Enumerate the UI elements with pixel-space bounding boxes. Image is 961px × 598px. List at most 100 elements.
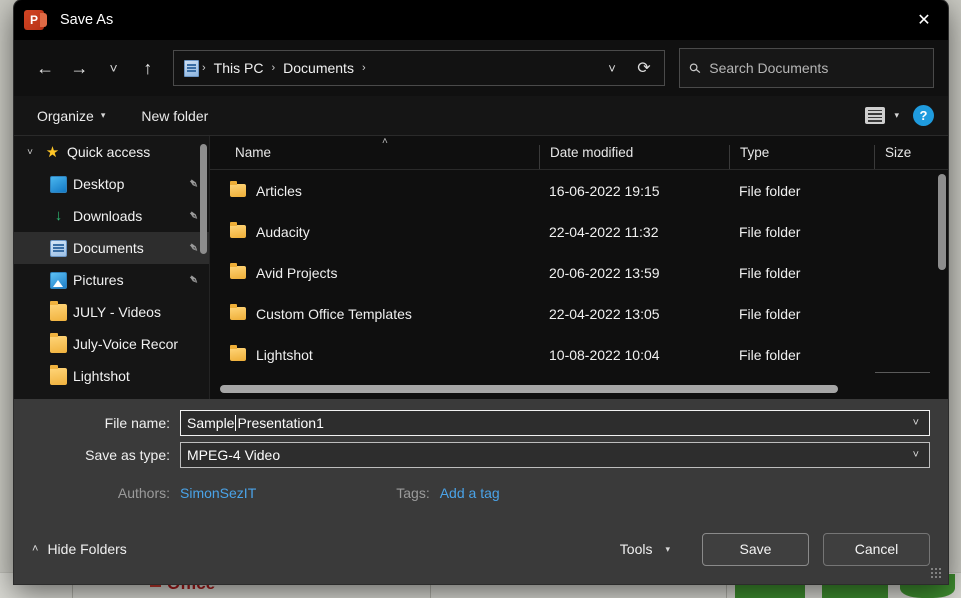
list-view-icon[interactable] <box>865 107 885 124</box>
new-folder-button[interactable]: New folder <box>132 103 217 129</box>
save-button[interactable]: Save <box>702 533 809 566</box>
navigation-sidebar: ˅ ★ Quick access Desktop ✒ ↓ Downloads ✒… <box>14 136 210 399</box>
add-a-tag-link[interactable]: Add a tag <box>440 485 500 501</box>
file-name-input[interactable]: Sample Presentation1 ˅ <box>180 410 930 436</box>
table-row[interactable]: Avid Projects 20-06-2022 13:59 File fold… <box>210 252 948 293</box>
folder-icon <box>50 368 67 385</box>
metadata-row: Authors: SimonSezIT Tags: Add a tag <box>32 478 930 508</box>
dialog-footer: ˄ Hide Folders Tools ▾ Save Cancel <box>14 514 948 584</box>
help-icon[interactable]: ? <box>913 105 934 126</box>
column-header-date-modified[interactable]: Date modified <box>539 145 729 169</box>
new-folder-label: New folder <box>141 108 208 124</box>
chevron-down-icon[interactable]: ˅ <box>907 417 925 429</box>
column-header-size[interactable]: Size <box>874 145 948 169</box>
file-name: Custom Office Templates <box>256 306 412 322</box>
file-type: File folder <box>729 265 874 281</box>
chevron-down-icon[interactable]: ˅ <box>596 52 628 84</box>
close-icon[interactable]: ✕ <box>900 0 948 40</box>
save-as-type-label: Save as type: <box>32 447 180 463</box>
resize-grip[interactable] <box>931 568 943 580</box>
hide-folders-label: Hide Folders <box>47 541 126 557</box>
breadcrumb-documents[interactable]: Documents <box>278 60 359 76</box>
tools-label: Tools <box>620 541 653 557</box>
command-bar: Organize ▾ New folder ▾ ? <box>14 96 948 136</box>
cancel-button[interactable]: Cancel <box>823 533 930 566</box>
sidebar-item-documents[interactable]: Documents ✒ <box>14 232 209 264</box>
folder-icon <box>50 304 67 321</box>
hide-folders-button[interactable]: ˄ Hide Folders <box>32 541 127 557</box>
file-type: File folder <box>729 306 874 322</box>
sidebar-item-pictures[interactable]: Pictures ✒ <box>14 264 209 296</box>
file-date-modified: 16-06-2022 19:15 <box>539 183 729 199</box>
save-form: File name: Sample Presentation1 ˅ Save a… <box>14 399 948 514</box>
sidebar-item-lightshot[interactable]: Lightshot <box>14 360 209 392</box>
address-bar[interactable]: › This PC › Documents › ˅ ⟳ <box>173 50 665 86</box>
chevron-up-icon: ˄ <box>32 543 38 555</box>
authors-value[interactable]: SimonSezIT <box>180 485 256 501</box>
tools-button[interactable]: Tools ▾ <box>610 533 680 565</box>
column-header-name[interactable]: Name <box>210 145 539 169</box>
chevron-down-icon[interactable]: ˅ <box>22 147 38 158</box>
table-row[interactable]: Custom Office Templates 22-04-2022 13:05… <box>210 293 948 334</box>
refresh-icon[interactable]: ⟳ <box>628 52 660 84</box>
folder-icon <box>230 184 246 197</box>
file-list-horizontal-scrollbar-thumb[interactable] <box>220 385 838 393</box>
navigation-bar: ← → ˅ ↑ › This PC › Documents › ˅ ⟳ ⚲ <box>14 40 948 96</box>
tags-label: Tags: <box>396 485 429 501</box>
sidebar-scrollbar-thumb[interactable] <box>200 144 207 254</box>
organize-label: Organize <box>37 108 94 124</box>
documents-icon <box>50 240 67 257</box>
search-box[interactable]: ⚲ <box>679 48 934 88</box>
chevron-down-icon: ▾ <box>665 544 670 555</box>
save-as-type-select[interactable]: MPEG-4 Video ˅ <box>180 442 930 468</box>
file-list-horizontal-scrollbar[interactable] <box>220 385 930 393</box>
sidebar-item-july-voice-recordings[interactable]: July-Voice Recor <box>14 328 209 360</box>
table-row[interactable]: Articles 16-06-2022 19:15 File folder <box>210 170 948 211</box>
file-type: File folder <box>729 183 874 199</box>
save-as-dialog: P Save As ✕ ← → ˅ ↑ › This PC › Document… <box>14 0 948 584</box>
folder-icon <box>230 307 246 320</box>
file-name: Avid Projects <box>256 265 337 281</box>
sidebar-scrollbar[interactable] <box>200 136 207 399</box>
breadcrumb-separator-0: › <box>199 62 209 74</box>
star-icon: ★ <box>44 144 61 161</box>
folder-icon <box>230 266 246 279</box>
sidebar-item-downloads[interactable]: ↓ Downloads ✒ <box>14 200 209 232</box>
sidebar-item-quick-access[interactable]: ˅ ★ Quick access <box>14 136 209 168</box>
documents-folder-icon <box>184 60 199 77</box>
breadcrumb-separator-2[interactable]: › <box>359 62 369 74</box>
powerpoint-icon: P <box>24 10 44 30</box>
chevron-down-icon: ▾ <box>101 110 106 121</box>
pictures-icon <box>50 272 67 289</box>
breadcrumb-this-pc[interactable]: This PC <box>209 60 269 76</box>
sidebar-item-label: JULY - Videos <box>73 304 161 320</box>
sidebar-item-label: Downloads <box>73 208 142 224</box>
sidebar-item-july-videos[interactable]: JULY - Videos <box>14 296 209 328</box>
sidebar-item-desktop[interactable]: Desktop ✒ <box>14 168 209 200</box>
file-name: Lightshot <box>256 347 313 363</box>
file-name: Audacity <box>256 224 310 240</box>
forward-button[interactable]: → <box>62 51 96 85</box>
folder-icon <box>50 336 67 353</box>
breadcrumb-separator-1: › <box>268 62 278 74</box>
search-input[interactable] <box>709 60 923 76</box>
file-list-header: Name Date modified Type Size ˄ <box>210 136 948 170</box>
up-button[interactable]: ↑ <box>131 51 165 85</box>
view-options-chevron-down-icon[interactable]: ▾ <box>894 110 899 121</box>
recent-locations-button[interactable]: ˅ <box>97 51 131 85</box>
folder-icon <box>230 348 246 361</box>
sidebar-item-label: July-Voice Recor <box>73 336 178 352</box>
file-list-vertical-scrollbar[interactable] <box>938 170 946 377</box>
file-date-modified: 20-06-2022 13:59 <box>539 265 729 281</box>
folder-icon <box>230 225 246 238</box>
organize-button[interactable]: Organize ▾ <box>28 103 114 129</box>
chevron-down-icon[interactable]: ˅ <box>907 449 925 461</box>
sort-ascending-icon: ˄ <box>382 136 388 147</box>
file-list-vertical-scrollbar-thumb[interactable] <box>938 174 946 270</box>
save-as-type-value: MPEG-4 Video <box>187 447 280 463</box>
table-row[interactable]: Lightshot 10-08-2022 10:04 File folder <box>210 334 948 375</box>
dialog-title: Save As <box>60 12 113 28</box>
column-header-type[interactable]: Type <box>729 145 874 169</box>
table-row[interactable]: Audacity 22-04-2022 11:32 File folder <box>210 211 948 252</box>
back-button[interactable]: ← <box>28 51 62 85</box>
